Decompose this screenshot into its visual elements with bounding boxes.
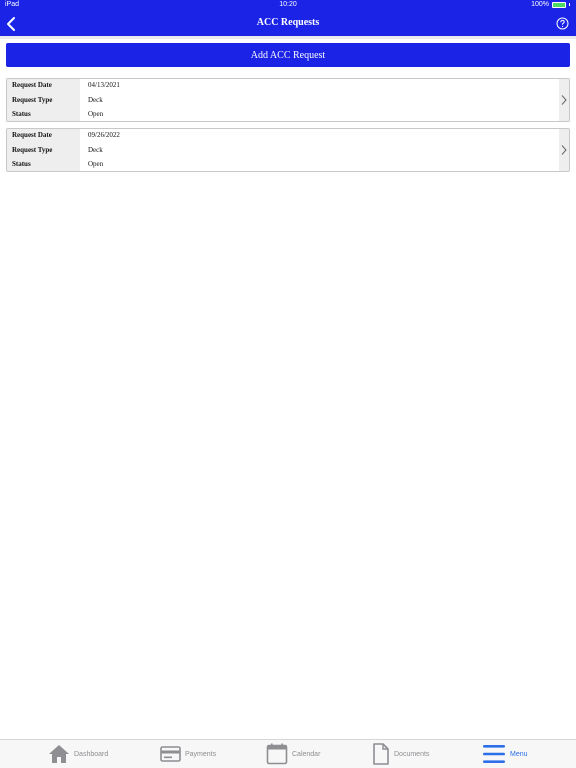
request-type-label: Request Type xyxy=(12,95,53,104)
tab-documents[interactable]: Documents xyxy=(372,740,429,768)
request-date-row: Request Date 09/26/2022 xyxy=(7,129,569,144)
status-row: Status Open xyxy=(7,108,569,121)
tab-menu[interactable]: Menu xyxy=(482,740,528,768)
chevron-right-icon xyxy=(561,145,567,155)
card-chevron-column xyxy=(559,79,569,121)
page-title: ACC Requests xyxy=(256,17,320,28)
help-icon xyxy=(556,17,569,30)
battery-percent: 100% xyxy=(531,1,549,8)
tab-label: Calendar xyxy=(292,750,321,758)
request-type-value: Deck xyxy=(88,95,103,104)
status-label: Status xyxy=(12,160,31,169)
request-date-label: Request Date xyxy=(12,131,52,139)
request-type-value: Deck xyxy=(88,145,103,154)
tab-label: Documents xyxy=(394,750,430,758)
status-value: Open xyxy=(88,160,104,169)
status-value: Open xyxy=(88,110,104,119)
request-date-row: Request Date 04/13/2021 xyxy=(7,79,569,94)
tab-bar: Dashboard Payments Calendar Documents Me… xyxy=(0,739,576,768)
tab-label: Payments xyxy=(185,750,217,758)
status-bar: iPad 10:20 100% xyxy=(0,0,576,11)
tab-label: Dashboard xyxy=(74,750,109,758)
request-date-value: 09/26/2022 xyxy=(88,131,120,139)
menu-icon xyxy=(483,745,505,763)
request-card[interactable]: Request Date 09/26/2022 Request Type Dec… xyxy=(6,128,570,172)
request-date-value: 04/13/2021 xyxy=(88,81,120,89)
battery-indicator: 100% xyxy=(531,1,570,8)
calendar-icon xyxy=(266,743,288,765)
request-type-row: Request Type Deck xyxy=(7,94,569,109)
help-button[interactable] xyxy=(556,17,569,30)
tab-label: Menu xyxy=(510,750,528,758)
request-type-row: Request Type Deck xyxy=(7,144,569,159)
tab-calendar[interactable]: Calendar xyxy=(266,740,320,768)
tab-payments[interactable]: Payments xyxy=(160,740,216,768)
add-acc-request-button[interactable]: Add ACC Request xyxy=(6,43,570,67)
header-divider xyxy=(0,36,576,39)
battery-icon xyxy=(552,1,566,8)
clock: 10:20 xyxy=(279,1,297,8)
card-chevron-column xyxy=(559,129,569,171)
request-card[interactable]: Request Date 04/13/2021 Request Type Dec… xyxy=(6,78,570,122)
tab-dashboard[interactable]: Dashboard xyxy=(48,740,108,768)
status-label: Status xyxy=(12,110,31,119)
navigation-bar: ACC Requests xyxy=(0,11,576,36)
battery-tip xyxy=(569,3,570,6)
request-type-label: Request Type xyxy=(12,145,53,154)
document-icon xyxy=(373,743,389,765)
request-date-label: Request Date xyxy=(12,81,52,89)
status-row: Status Open xyxy=(7,158,569,171)
home-icon xyxy=(49,745,69,763)
chevron-right-icon xyxy=(561,95,567,105)
credit-card-icon xyxy=(160,746,181,762)
